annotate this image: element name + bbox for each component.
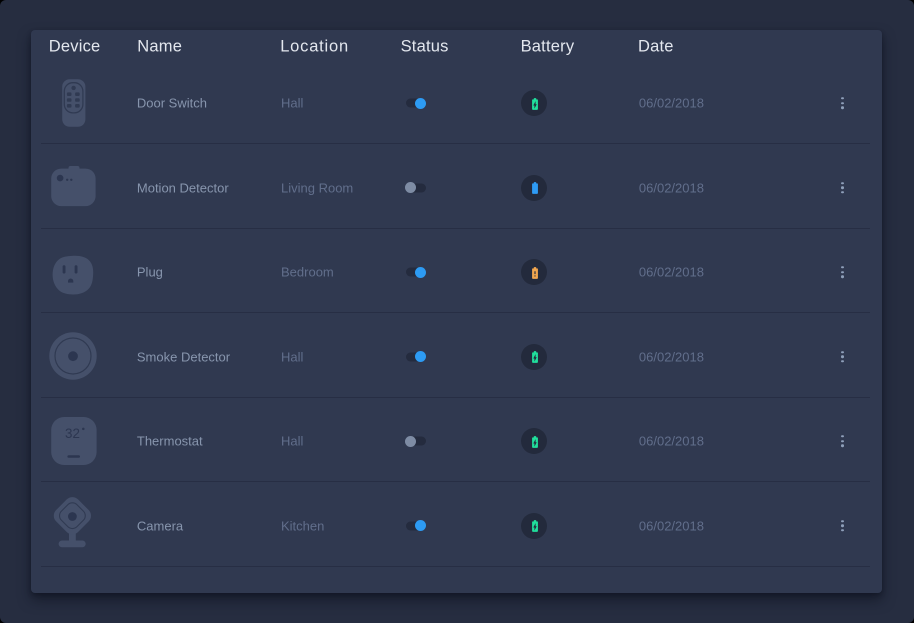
svg-text:32: 32 xyxy=(65,426,80,441)
